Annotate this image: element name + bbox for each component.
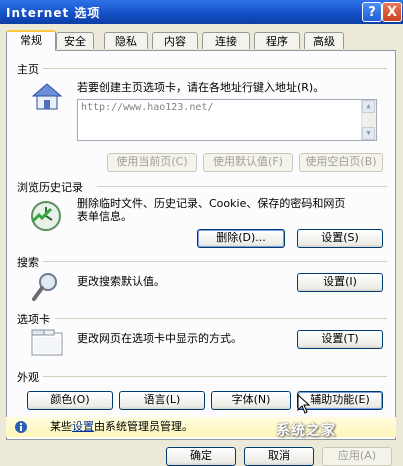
info-text-post: 由系统管理员管理。: [94, 420, 193, 433]
tab-programs[interactable]: 程序: [254, 32, 300, 49]
fonts-button[interactable]: 字体(N): [211, 391, 291, 410]
tabs-description: 更改网页在选项卡中显示的方式。: [77, 332, 242, 345]
close-button[interactable]: X: [382, 2, 402, 22]
history-clock-icon: [31, 201, 61, 231]
ok-button[interactable]: 确定: [166, 447, 236, 466]
tab-connections[interactable]: 连接: [202, 32, 250, 49]
tabs-settings-button[interactable]: 设置(T): [297, 330, 383, 349]
search-settings-button[interactable]: 设置(I): [297, 273, 383, 292]
history-description-2: 表单信息。: [77, 210, 132, 223]
appearance-group-title: 外观: [17, 371, 39, 384]
general-panel: 主页 若要创建主页选项卡，请在各地址行键入地址(R)。 http://www.h…: [6, 50, 396, 440]
home-url-text: http://www.hao123.net/: [81, 102, 214, 113]
home-url-input[interactable]: http://www.hao123.net/ ▲ ▼: [77, 99, 377, 141]
tabs-group-title: 选项卡: [17, 313, 50, 326]
colors-button[interactable]: 颜色(O): [27, 391, 113, 410]
tab-advanced[interactable]: 高级: [304, 32, 344, 49]
search-description: 更改搜索默认值。: [77, 275, 165, 288]
home-group-line: [43, 68, 387, 69]
tabbed-window-icon: [31, 329, 63, 356]
use-current-button[interactable]: 使用当前页(C): [107, 153, 197, 172]
history-group-line: [97, 186, 387, 187]
home-description: 若要创建主页选项卡，请在各地址行键入地址(R)。: [77, 81, 325, 94]
history-group-title: 浏览历史记录: [17, 181, 83, 194]
use-blank-button[interactable]: 使用空白页(B): [299, 153, 383, 172]
info-text-pre: 某些: [50, 420, 72, 433]
managed-settings-infobar: 某些设置由系统管理员管理。: [6, 417, 396, 437]
scroll-up-icon[interactable]: ▲: [362, 100, 375, 113]
history-description-1: 删除临时文件、历史记录、Cookie、保存的密码和网页: [77, 197, 346, 210]
tab-privacy[interactable]: 隐私: [104, 32, 148, 49]
home-url-scrollbar[interactable]: ▲ ▼: [361, 100, 376, 140]
house-icon: [31, 83, 63, 110]
search-group-title: 搜索: [17, 256, 39, 269]
scroll-down-icon[interactable]: ▼: [362, 127, 375, 140]
watermark-logo: 系统之家: [276, 423, 336, 439]
search-magnifier-icon: [32, 273, 57, 301]
search-group-line: [43, 261, 387, 262]
languages-button[interactable]: 语言(L): [119, 391, 205, 410]
delete-history-button[interactable]: 删除(D)...: [197, 229, 285, 248]
settings-link[interactable]: 设置: [72, 420, 94, 433]
use-default-button[interactable]: 使用默认值(F): [203, 153, 293, 172]
tabs-group-line: [55, 318, 387, 319]
appearance-group-line: [43, 376, 387, 377]
home-group-title: 主页: [17, 63, 39, 76]
mouse-cursor-icon: [297, 394, 311, 414]
title-bar: Internet 选项 ? X: [0, 0, 403, 24]
info-text: 某些设置由系统管理员管理。: [50, 420, 193, 434]
apply-button[interactable]: 应用(A): [322, 447, 392, 466]
info-icon: [15, 421, 27, 433]
history-settings-button[interactable]: 设置(S): [297, 229, 383, 248]
window-title: Internet 选项: [6, 6, 101, 20]
cancel-button[interactable]: 取消: [244, 447, 314, 466]
tab-general[interactable]: 常规: [6, 30, 56, 51]
help-button[interactable]: ?: [362, 2, 382, 22]
tab-security[interactable]: 安全: [56, 32, 94, 49]
tab-content[interactable]: 内容: [152, 32, 198, 49]
